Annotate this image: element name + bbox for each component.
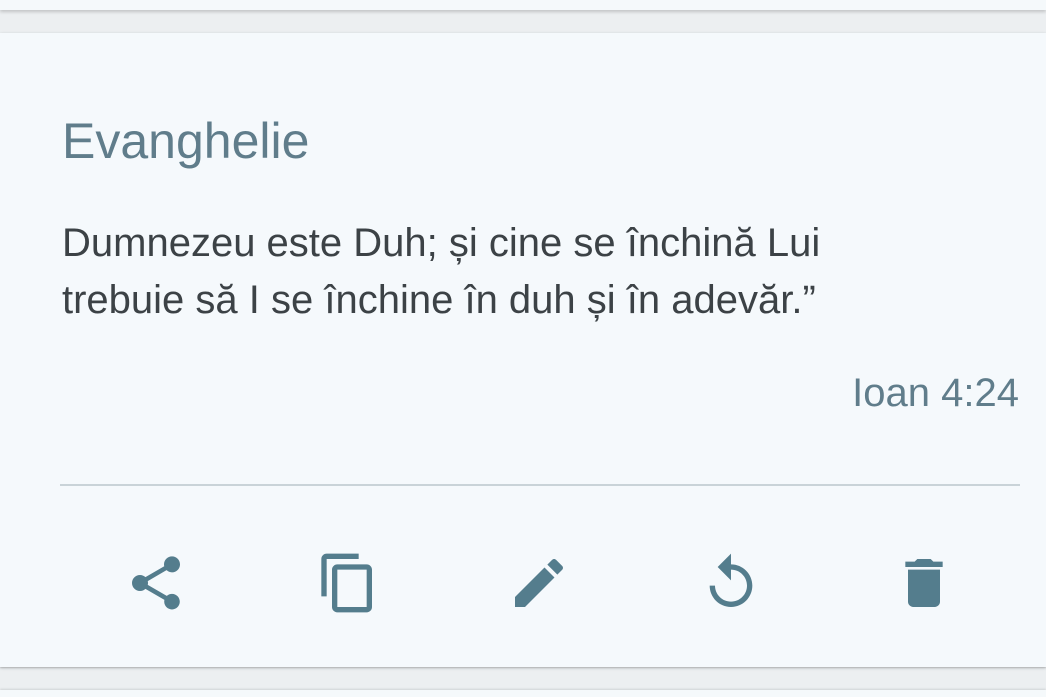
restore-icon	[699, 551, 763, 615]
edit-button[interactable]	[491, 533, 587, 633]
divider	[60, 484, 1020, 486]
card-actions	[0, 533, 1046, 633]
card-title: Evanghelie	[62, 113, 310, 169]
verse-text: Dumnezeu este Duh; și cine se închină Lu…	[62, 215, 1022, 329]
copy-icon	[316, 551, 380, 615]
verse-line-1: Dumnezeu este Duh; și cine se închină Lu…	[62, 221, 821, 265]
copy-button[interactable]	[300, 533, 396, 633]
share-button[interactable]	[108, 533, 204, 633]
reset-button[interactable]	[683, 533, 779, 633]
share-icon	[124, 551, 188, 615]
previous-card-edge	[0, 0, 1046, 10]
verse-card: Evanghelie Dumnezeu este Duh; și cine se…	[0, 33, 1046, 667]
verse-reference: Ioan 4:24	[852, 371, 1019, 415]
delete-button[interactable]	[876, 533, 972, 633]
next-card-edge	[0, 690, 1046, 697]
trash-icon	[892, 551, 956, 615]
pencil-icon	[507, 551, 571, 615]
verse-line-2: trebuie să I se închine în duh și în ade…	[62, 278, 816, 322]
